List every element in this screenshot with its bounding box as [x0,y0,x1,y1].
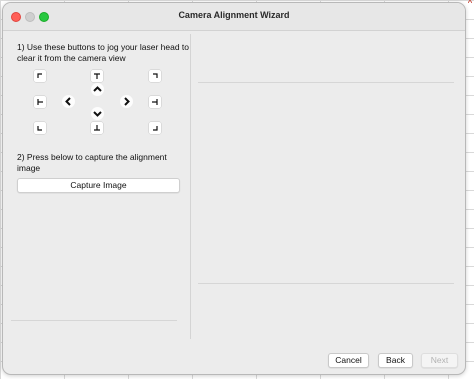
preview-divider-top [198,82,454,83]
step1-instructions: 1) Use these buttons to jog your laser h… [17,42,189,63]
chevron-left-icon [65,97,71,106]
corner-mark-icon [468,0,472,3]
next-button[interactable]: Next [421,353,458,368]
preview-divider-bottom [198,283,454,284]
capture-image-button[interactable]: Capture Image [17,178,180,193]
step2-instructions: 2) Press below to capture the alignment … [17,152,167,173]
chevron-up-icon [93,86,102,92]
chevron-down-icon [93,111,102,117]
left-divider [11,320,177,321]
jog-down-arrow-button[interactable] [91,107,104,120]
jog-top-left-button[interactable] [34,70,46,82]
jog-up-arrow-button[interactable] [91,83,104,96]
cancel-button[interactable]: Cancel [328,353,369,368]
window-title: Camera Alignment Wizard [178,10,290,20]
title-bar: Camera Alignment Wizard [3,3,465,31]
jog-bottom-right-button[interactable] [149,122,161,134]
jog-right-arrow-button[interactable] [120,95,133,108]
jog-bottom-button[interactable] [91,122,103,134]
jog-top-button[interactable] [91,70,103,82]
jog-bottom-left-button[interactable] [34,122,46,134]
panel-divider [190,34,191,339]
jog-top-right-button[interactable] [149,70,161,82]
jog-right-button[interactable] [149,96,161,108]
jog-left-arrow-button[interactable] [62,95,75,108]
chevron-right-icon [124,97,130,106]
jog-left-button[interactable] [34,96,46,108]
back-button[interactable]: Back [378,353,413,368]
